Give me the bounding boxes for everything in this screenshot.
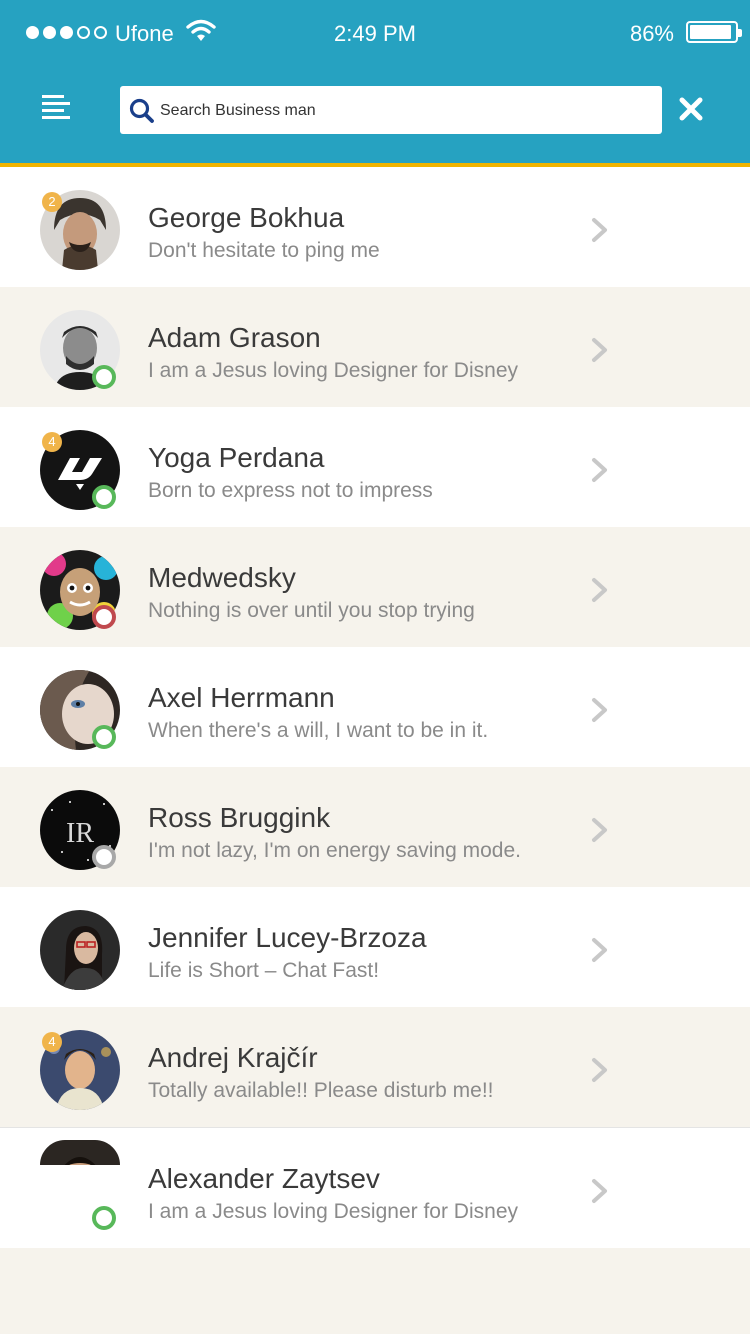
battery-nub [738,29,742,37]
contact-message: Nothing is over until you stop trying [148,599,475,622]
contact-message: I am a Jesus loving Designer for Disney [148,359,518,382]
close-icon[interactable] [678,96,704,122]
unread-badge: 4 [42,1032,62,1052]
contact-name: Medwedsky [148,562,296,593]
contact-message: Totally available!! Please disturb me!! [148,1079,494,1102]
contact-row[interactable]: 2 George Bokhua Don't hesitate to ping m… [0,167,750,287]
contact-name: Jennifer Lucey-Brzoza [148,922,427,953]
contact-name: Adam Grason [148,322,321,353]
chevron-right-icon [592,938,607,962]
battery-fill [690,25,732,39]
contact-name: Ross Bruggink [148,802,331,833]
chevron-right-icon [592,218,607,242]
chevron-right-icon [592,338,607,362]
unread-badge: 2 [42,192,62,212]
battery-icon [686,21,742,43]
search-input[interactable] [158,86,652,136]
online-status-indicator [92,725,116,749]
online-status-indicator [92,485,116,509]
contact-message: When there's a will, I want to be in it. [148,719,489,742]
header-bar: Ufone 2:49 PM 86% [0,0,750,167]
avatar [40,1140,120,1165]
unread-badge: 4 [42,432,62,452]
svg-text:IR: IR [66,818,94,849]
contact-row[interactable]: Axel Herrmann When there's a will, I wan… [0,647,750,767]
away-status-indicator [92,845,116,869]
contact-name: Alexander Zaytsev [148,1163,380,1194]
chevron-right-icon [592,1058,607,1082]
contact-message: Life is Short – Chat Fast! [148,959,380,982]
busy-status-indicator [92,605,116,629]
contact-message: Born to express not to impress [148,479,433,502]
chevron-right-icon [592,1179,607,1203]
chevron-right-icon [592,698,607,722]
search-icon [129,98,154,123]
status-bar: Ufone 2:49 PM 86% [0,0,750,66]
contact-row[interactable]: Jennifer Lucey-Brzoza Life is Short – Ch… [0,887,750,1007]
online-status-indicator [92,365,116,389]
battery-percent: 86% [629,21,674,46]
contact-row[interactable]: 4 Andrej Krajčír Totally available!! Ple… [0,1007,750,1127]
contact-message: Don't hesitate to ping me [148,239,380,262]
online-status-indicator [92,1206,116,1230]
chevron-right-icon [592,818,607,842]
contact-row[interactable]: Alexander Zaytsev I am a Jesus loving De… [0,1127,750,1248]
contact-row[interactable]: Adam Grason I am a Jesus loving Designer… [0,287,750,407]
search-bar [120,86,662,136]
avatar [40,910,120,990]
contact-row[interactable]: 4 Yoga Perdana Born to express not to im… [0,407,750,527]
contact-name: George Bokhua [148,202,345,233]
contact-message: I am a Jesus loving Designer for Disney [148,1200,518,1223]
contact-list: 2 George Bokhua Don't hesitate to ping m… [0,167,750,1248]
chevron-right-icon [592,458,607,482]
contact-name: Yoga Perdana [148,442,325,473]
contact-row[interactable]: IR Ross Bruggink I'm not lazy, I'm on en… [0,767,750,887]
contact-row[interactable]: Medwedsky Nothing is over until you stop… [0,527,750,647]
contact-name: Axel Herrmann [148,682,335,713]
menu-icon[interactable] [42,95,70,119]
contact-message: I'm not lazy, I'm on energy saving mode. [148,839,521,862]
chevron-right-icon [592,578,607,602]
contact-name: Andrej Krajčír [148,1042,318,1073]
